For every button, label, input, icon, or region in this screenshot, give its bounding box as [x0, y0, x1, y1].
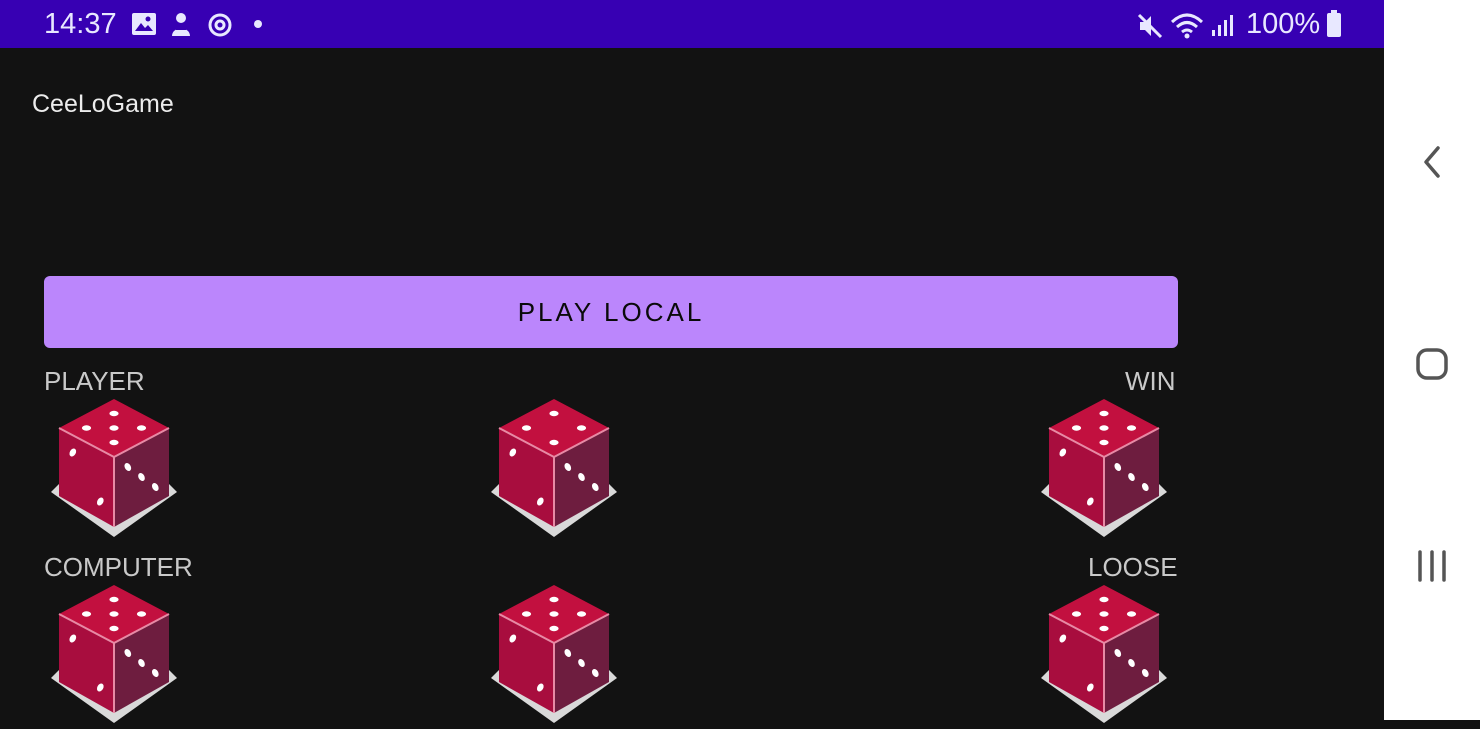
player-label: PLAYER: [44, 366, 145, 396]
player-die-1: [49, 396, 179, 538]
gallery-icon: [132, 13, 156, 35]
back-icon[interactable]: [1404, 134, 1460, 190]
status-bar: 14:37 100%: [0, 0, 1384, 48]
dot-icon: [254, 20, 262, 28]
computer-die-2: [489, 582, 619, 724]
computer-label: COMPUTER: [44, 552, 193, 582]
player-die-2-graphic: [491, 399, 617, 537]
wifi-icon: [1170, 13, 1204, 39]
computer-die-3: [1039, 582, 1169, 724]
home-icon[interactable]: [1404, 336, 1460, 392]
player-die-2: [489, 396, 619, 538]
signal-icon: [1212, 15, 1233, 36]
battery-icon: [1327, 10, 1341, 37]
player-die-3: [1039, 396, 1169, 538]
recents-icon[interactable]: [1404, 538, 1460, 594]
notification-icon: [172, 13, 190, 36]
play-local-button[interactable]: PLAY LOCAL: [44, 276, 1178, 348]
computer-die-3-graphic: [1041, 585, 1167, 723]
computer-result: LOOSE: [1088, 552, 1178, 582]
sync-icon: [208, 13, 232, 37]
mute-icon: [1137, 13, 1163, 39]
player-die-3-graphic: [1041, 399, 1167, 537]
computer-die-1-graphic: [51, 585, 177, 723]
player-result: WIN: [1125, 366, 1176, 396]
computer-die-2-graphic: [491, 585, 617, 723]
computer-die-1: [49, 582, 179, 724]
player-die-1-graphic: [51, 399, 177, 537]
status-time: 14:37: [44, 8, 117, 40]
app-title: CeeLoGame: [32, 90, 174, 118]
battery-percent: 100%: [1246, 8, 1321, 40]
navigation-bar: [1384, 0, 1480, 720]
